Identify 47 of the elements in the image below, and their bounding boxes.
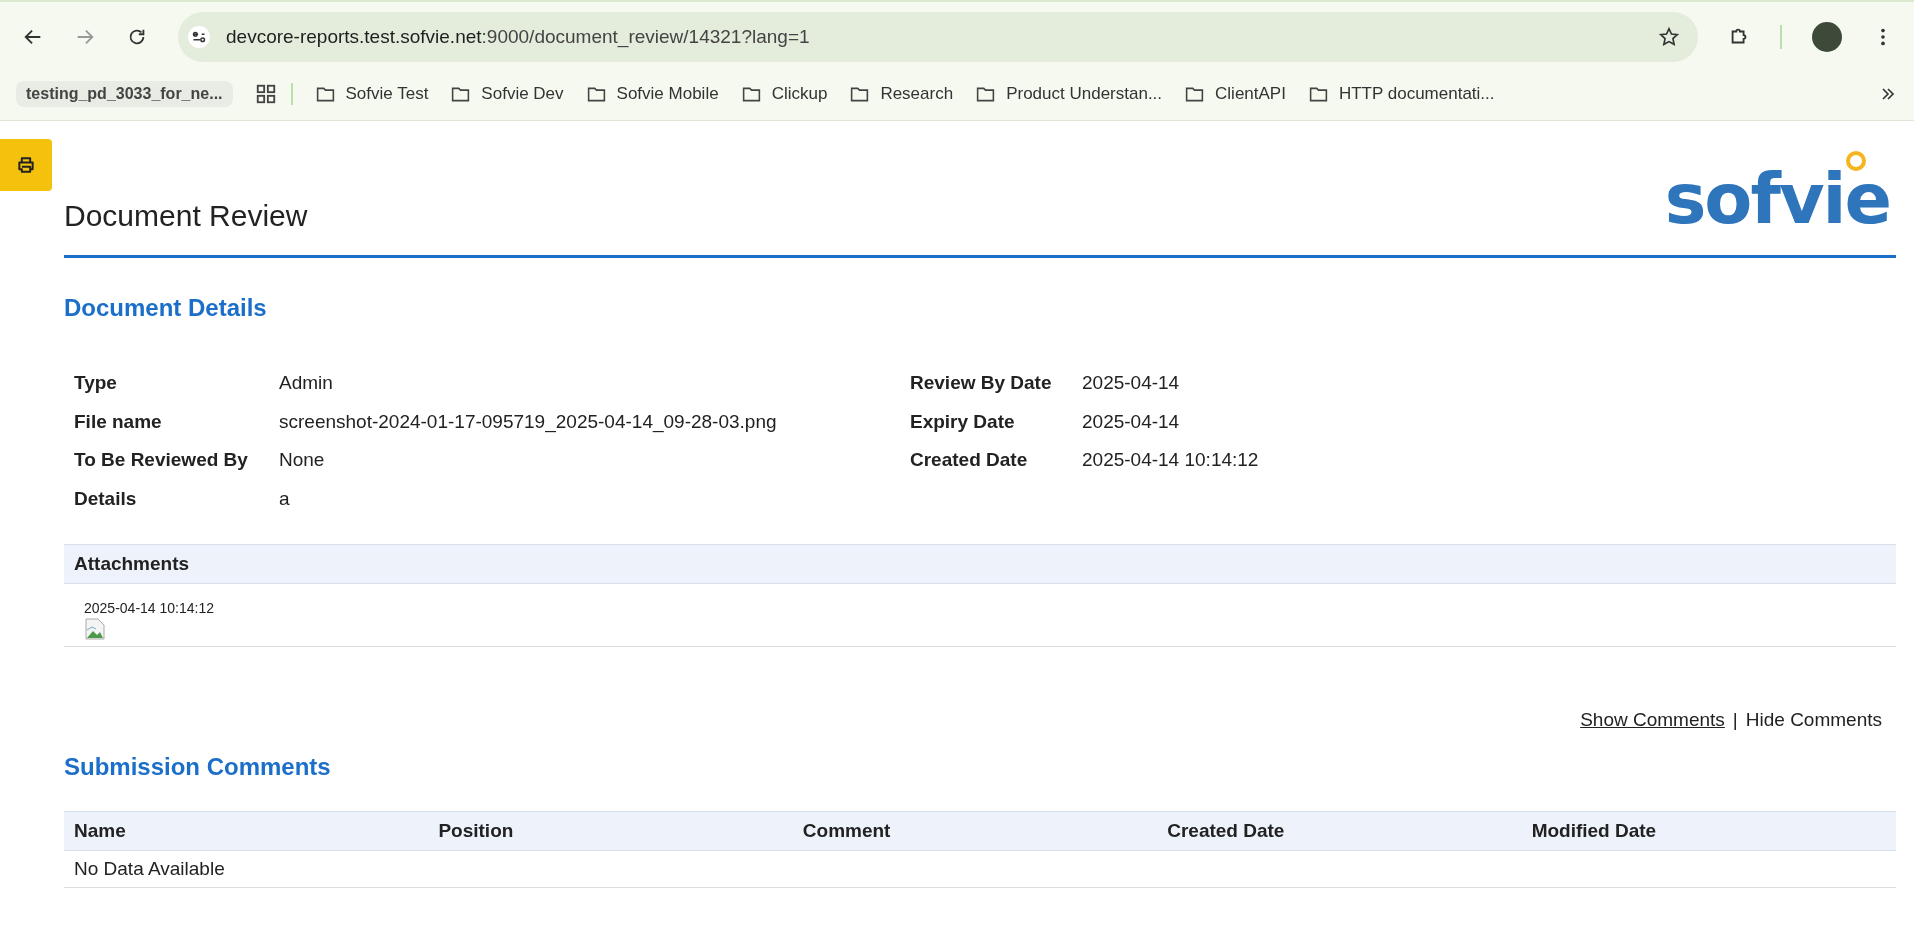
section-heading: Document Details xyxy=(64,294,268,322)
bookmark-folder[interactable]: Clickup xyxy=(740,83,828,105)
bookmark-folder[interactable]: Sofvie Dev xyxy=(450,83,564,105)
bookmark-folder[interactable]: HTTP documentati... xyxy=(1307,83,1495,105)
comments-toggle-link[interactable]: Show Comments xyxy=(1580,709,1725,731)
bookmark-folder[interactable]: Sofvie Test xyxy=(314,83,429,105)
field-label: File name xyxy=(74,410,163,433)
field-label: Details xyxy=(74,487,138,510)
print-button[interactable] xyxy=(0,139,52,191)
attachment-date: 2025-04-14 10:14:12 xyxy=(84,600,214,616)
field-label: Type xyxy=(74,372,118,395)
field-label: Review By Date xyxy=(910,372,1053,395)
field-label: Created Date xyxy=(910,449,1029,472)
star-icon[interactable] xyxy=(1658,26,1680,48)
field-value: screenshot-2024-01-17-095719_2025-04-14_09-28-03.png xyxy=(279,410,777,433)
field-value: 2025-04-14 xyxy=(1082,372,1180,395)
profile-avatar[interactable] xyxy=(1812,22,1842,52)
column-header: Created Date xyxy=(1167,820,1286,842)
broken-image-icon[interactable] xyxy=(84,618,106,640)
field-label: To Be Reviewed By xyxy=(74,449,249,472)
address-bar[interactable]: devcore-reports.test.sofvie.net:9000/document_review/14321?lang=1 xyxy=(178,12,1698,62)
apps-grid-icon[interactable] xyxy=(254,83,277,105)
page-title: Document Review xyxy=(64,199,308,233)
field-value: None xyxy=(279,449,325,472)
url-text: devcore-reports.test.sofvie.net:9000/document_review/14321?lang=1 xyxy=(226,26,811,48)
attachments-heading: Attachments xyxy=(74,553,190,575)
bookmark-folder[interactable]: Product Understan... xyxy=(975,83,1163,105)
bookmark-folder[interactable]: ClientAPI xyxy=(1184,83,1286,105)
field-value: a xyxy=(279,487,290,510)
field-value: 2025-04-14 10:14:12 xyxy=(1082,449,1259,472)
printer-icon xyxy=(16,155,36,175)
bookmark-folder[interactable]: Research xyxy=(849,83,954,105)
field-value: Admin xyxy=(279,372,333,395)
comments-toggle-link[interactable]: Hide Comments xyxy=(1745,709,1882,731)
link-separator: | xyxy=(1732,709,1738,731)
bookmark-folder[interactable]: Sofvie Mobile xyxy=(585,83,719,105)
column-header: Comment xyxy=(802,820,892,842)
field-value: 2025-04-14 xyxy=(1082,410,1180,433)
empty-table-message: No Data Available xyxy=(74,858,225,880)
column-header: Modified Date xyxy=(1531,820,1658,842)
column-header: Name xyxy=(74,820,127,842)
column-header: Position xyxy=(438,820,515,842)
field-label: Expiry Date xyxy=(910,410,1016,433)
section-heading: Submission Comments xyxy=(64,753,332,781)
tab-group-chip[interactable]: testing_pd_3033_for_ne... xyxy=(16,81,233,107)
sofvie-logo: sofvie xyxy=(1664,147,1896,241)
site-settings-icon[interactable] xyxy=(188,26,210,48)
